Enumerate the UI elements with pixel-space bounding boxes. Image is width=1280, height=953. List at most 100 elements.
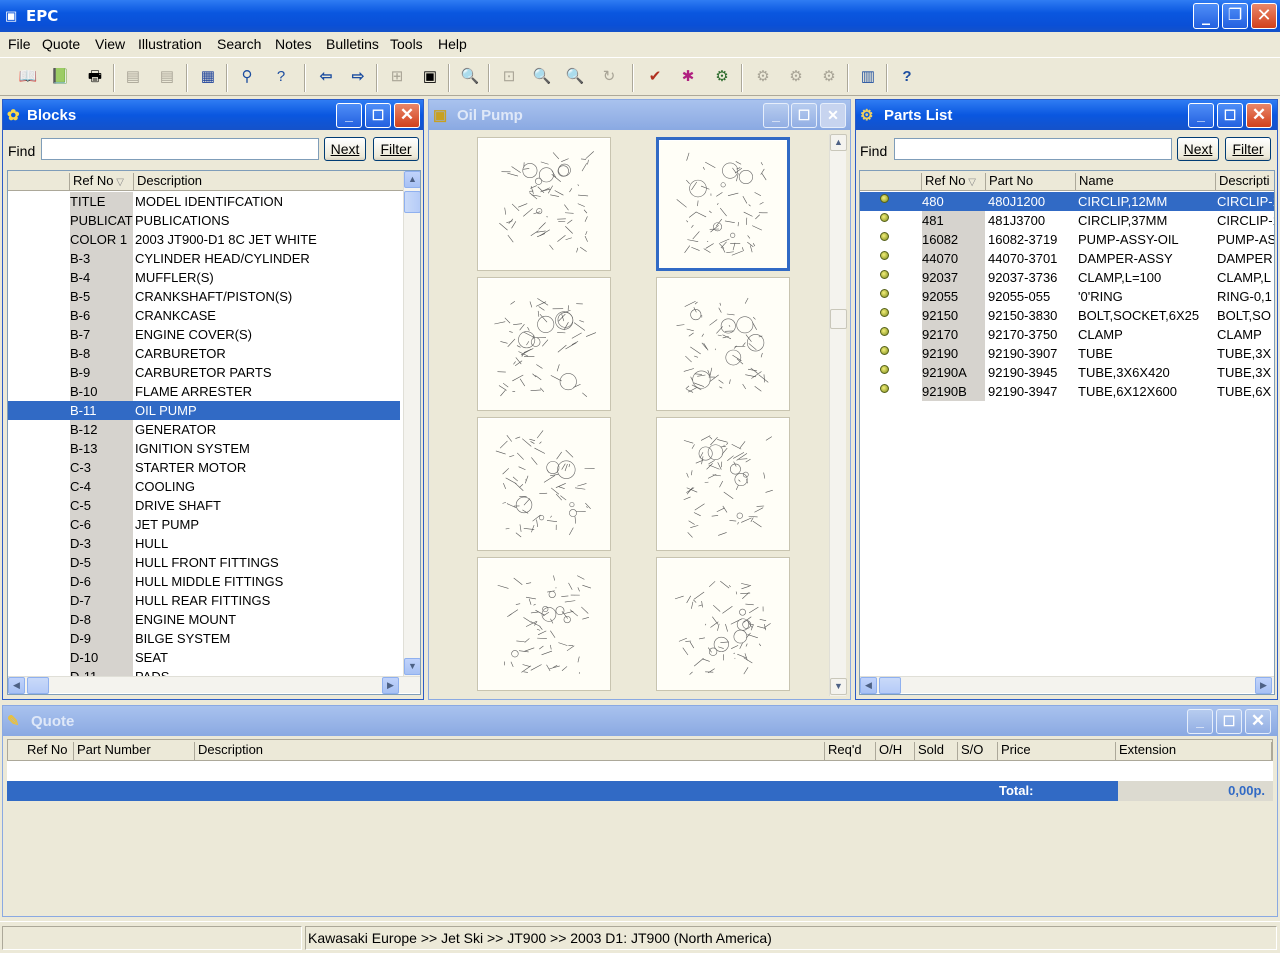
block-row[interactable]: B-6 CRANKCASE: [8, 306, 400, 325]
block-row[interactable]: B-4 MUFFLER(S): [8, 268, 400, 287]
part-row[interactable]: 16082 16082-3719 PUMP-ASSY-OIL PUMP-AS: [860, 230, 1274, 249]
tag-icon[interactable]: ⚙: [750, 64, 776, 90]
picture-icon[interactable]: ▣: [417, 64, 443, 90]
check-part-icon[interactable]: ✔: [642, 64, 668, 90]
quote-col-description[interactable]: Description: [195, 742, 825, 760]
blocks-title-bar[interactable]: ✿ Blocks _ ☐ ✕: [3, 100, 423, 130]
scroll-thumb[interactable]: [830, 309, 847, 329]
zoom-in-icon[interactable]: 🔍: [562, 64, 588, 90]
parts-next-button[interactable]: Next: [1177, 137, 1219, 161]
blocks-next-button[interactable]: Next: [324, 137, 366, 161]
part-row[interactable]: 481 481J3700 CIRCLIP,37MM CIRCLIP-1: [860, 211, 1274, 230]
blocks-maximize-button[interactable]: ☐: [365, 103, 391, 128]
blocks-col-ref[interactable]: Ref No ▽: [70, 173, 134, 191]
block-row[interactable]: D-10 SEAT: [8, 648, 400, 667]
menu-tools[interactable]: Tools: [390, 36, 423, 52]
print-icon[interactable]: 🖶: [82, 64, 108, 90]
block-row[interactable]: D-6 HULL MIDDLE FITTINGS: [8, 572, 400, 591]
arrow-right-icon[interactable]: ⇨: [345, 64, 371, 90]
quote-minimize-button[interactable]: _: [1187, 709, 1213, 734]
scroll-thumb[interactable]: [404, 191, 420, 213]
block-row[interactable]: PUBLICAT PUBLICATIONS: [8, 211, 400, 230]
close-button[interactable]: ✕: [1251, 3, 1277, 29]
block-row[interactable]: C-3 STARTER MOTOR: [8, 458, 400, 477]
quote-maximize-button[interactable]: ☐: [1216, 709, 1242, 734]
illustration-vscroll[interactable]: ▲ ▼: [829, 134, 847, 696]
help-query-icon[interactable]: ?: [268, 64, 294, 90]
parts-minimize-button[interactable]: _: [1188, 103, 1214, 128]
block-row[interactable]: D-9 BILGE SYSTEM: [8, 629, 400, 648]
parts-find-input[interactable]: [894, 138, 1172, 160]
block-row[interactable]: B-5 CRANKSHAFT/PISTON(S): [8, 287, 400, 306]
blocks-col-desc[interactable]: Description: [134, 173, 404, 191]
illustration-thumbnail[interactable]: [656, 417, 790, 551]
part-row[interactable]: 92150 92150-3830 BOLT,SOCKET,6X25 BOLT,SO: [860, 306, 1274, 325]
menu-search[interactable]: Search: [217, 36, 261, 52]
quote-col-price[interactable]: Price: [998, 742, 1116, 760]
block-row[interactable]: B-9 CARBURETOR PARTS: [8, 363, 400, 382]
help-icon[interactable]: ?: [894, 64, 920, 90]
maximize-button[interactable]: ❐: [1222, 3, 1248, 29]
illustration-thumbnail[interactable]: [477, 137, 611, 271]
parts-hscroll[interactable]: ◀ ▶: [860, 676, 1274, 694]
blocks-vscroll[interactable]: ▲ ▼: [403, 171, 420, 676]
blocks-filter-button[interactable]: Filter: [373, 137, 419, 161]
book-green-icon[interactable]: 📗: [47, 64, 73, 90]
parts-maximize-button[interactable]: ☐: [1217, 103, 1243, 128]
parts-col-name[interactable]: Name: [1076, 173, 1216, 191]
block-row[interactable]: B-8 CARBURETOR: [8, 344, 400, 363]
part-row[interactable]: 44070 44070-3701 DAMPER-ASSY DAMPER: [860, 249, 1274, 268]
part-row[interactable]: 92170 92170-3750 CLAMP CLAMP: [860, 325, 1274, 344]
blocks-close-button[interactable]: ✕: [394, 103, 420, 128]
block-row[interactable]: TITLE MODEL IDENTIFCATION: [8, 192, 400, 211]
part-row[interactable]: 92190 92190-3907 TUBE TUBE,3X: [860, 344, 1274, 363]
scroll-left-icon[interactable]: ◀: [8, 677, 25, 694]
illustration-thumbnail[interactable]: [477, 557, 611, 691]
zoom-out-icon[interactable]: 🔍: [529, 64, 555, 90]
block-row[interactable]: C-4 COOLING: [8, 477, 400, 496]
scroll-down-icon[interactable]: ▼: [404, 658, 420, 675]
menu-bulletins[interactable]: Bulletins: [326, 36, 379, 52]
scroll-right-icon[interactable]: ▶: [1255, 677, 1272, 694]
parts-multi-icon[interactable]: ✱: [675, 64, 701, 90]
quote-col-ref[interactable]: Ref No: [24, 742, 74, 760]
scroll-down-icon[interactable]: ▼: [830, 678, 847, 695]
part-row[interactable]: 92190A 92190-3945 TUBE,3X6X420 TUBE,3X: [860, 363, 1274, 382]
part-row[interactable]: 92190B 92190-3947 TUBE,6X12X600 TUBE,6X: [860, 382, 1274, 401]
scroll-up-icon[interactable]: ▲: [404, 171, 420, 188]
quote-col-reqd[interactable]: Req'd: [825, 742, 876, 760]
parts-close-button[interactable]: ✕: [1246, 103, 1272, 128]
illustration-thumbnail[interactable]: [656, 277, 790, 411]
parts-col-partno[interactable]: Part No: [986, 173, 1076, 191]
menu-notes[interactable]: Notes: [275, 36, 312, 52]
block-row[interactable]: B-12 GENERATOR: [8, 420, 400, 439]
page-forward-icon[interactable]: ▤: [154, 64, 180, 90]
menu-help[interactable]: Help: [438, 36, 467, 52]
illustration-minimize-button[interactable]: _: [763, 103, 789, 128]
quote-col-oh[interactable]: O/H: [876, 742, 915, 760]
thumbnails-icon[interactable]: ⊞: [384, 64, 410, 90]
zoom-window-icon[interactable]: 🔍: [457, 64, 483, 90]
illustration-thumbnail[interactable]: [656, 557, 790, 691]
quote-title-bar[interactable]: ✎ Quote _ ☐ ✕: [3, 706, 1277, 736]
menu-quote[interactable]: Quote: [42, 36, 80, 52]
illustration-title-bar[interactable]: ▣ Oil Pump _ ☐ ✕: [429, 100, 850, 130]
catalog-index-icon[interactable]: ▥: [855, 64, 881, 90]
parts-filter-button[interactable]: Filter: [1225, 137, 1271, 161]
hscroll-thumb[interactable]: [879, 677, 901, 694]
blocks-hscroll[interactable]: ◀ ▶: [8, 676, 420, 694]
blocks-minimize-button[interactable]: _: [336, 103, 362, 128]
menu-file[interactable]: File: [8, 36, 31, 52]
gear-settings-icon[interactable]: ⚙: [816, 64, 842, 90]
block-row[interactable]: B-11 OIL PUMP: [8, 401, 400, 420]
scroll-right-icon[interactable]: ▶: [382, 677, 399, 694]
block-row[interactable]: D-7 HULL REAR FITTINGS: [8, 591, 400, 610]
window-title-bar[interactable]: ▣ EPC _ ❐ ✕: [0, 0, 1280, 32]
quote-col-so[interactable]: S/O: [958, 742, 998, 760]
find-replace-icon[interactable]: ⚲: [234, 64, 260, 90]
tags-icon[interactable]: ⚙: [783, 64, 809, 90]
parts-title-bar[interactable]: ⚙ Parts List _ ☐ ✕: [856, 100, 1277, 130]
part-row[interactable]: 92055 92055-055 '0'RING RING-0,1: [860, 287, 1274, 306]
quote-close-button[interactable]: ✕: [1245, 709, 1271, 734]
arrow-left-icon[interactable]: ⇦: [313, 64, 339, 90]
